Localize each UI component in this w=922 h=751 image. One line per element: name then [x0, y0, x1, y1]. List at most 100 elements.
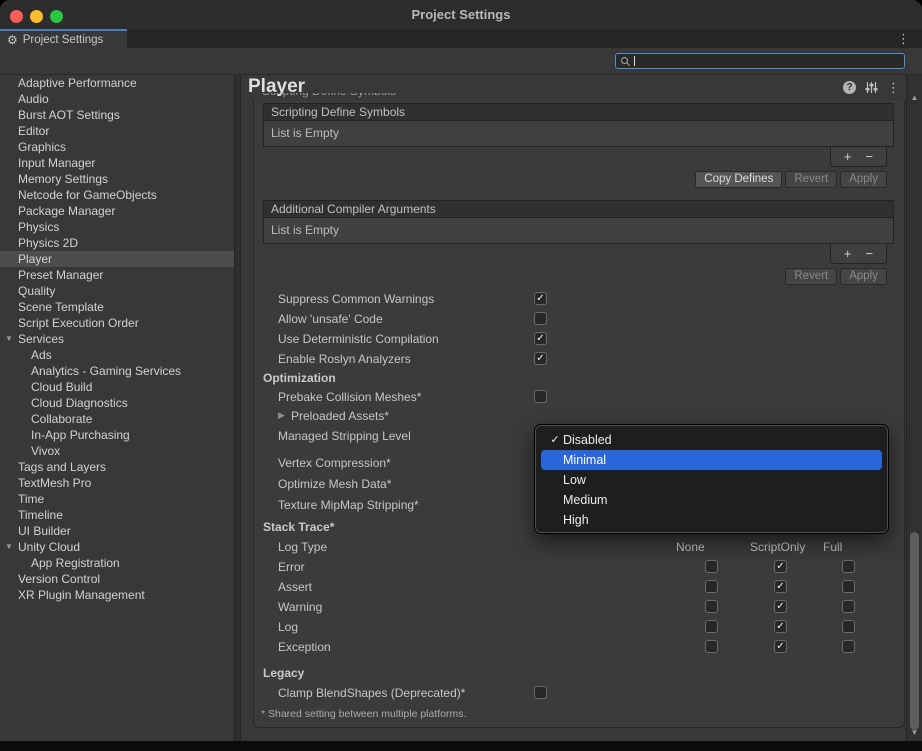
sidebar-item-physics[interactable]: Physics	[0, 219, 234, 235]
menu-item-high[interactable]: High	[536, 510, 887, 530]
sidebar-item-tags-and-layers[interactable]: Tags and Layers	[0, 459, 234, 475]
search-icon	[620, 56, 631, 67]
sidebar-item-services[interactable]: ▼Services	[0, 331, 234, 347]
sidebar-item-editor[interactable]: Editor	[0, 123, 234, 139]
sidebar-item-app-registration[interactable]: App Registration	[0, 555, 234, 571]
tab-strip: ⚙ Project Settings ⋮	[0, 29, 922, 48]
sidebar-item-ui-builder[interactable]: UI Builder	[0, 523, 234, 539]
allow-unsafe-code-checkbox[interactable]	[534, 312, 547, 325]
collapse-triangle-icon[interactable]: ▼	[5, 539, 13, 555]
clipped-scrolled-row: Scripting Define Symbols	[262, 93, 482, 99]
copy-defines-button[interactable]: Copy Defines	[695, 171, 782, 188]
tab-menu-kebab-icon[interactable]: ⋮	[897, 31, 910, 47]
toolbar	[0, 48, 922, 75]
scroll-down-arrow-icon[interactable]: ▼	[907, 728, 922, 737]
prebake-collision-meshes-checkbox[interactable]	[534, 390, 547, 403]
sidebar-item-preset-manager[interactable]: Preset Manager	[0, 267, 234, 283]
sidebar-item-quality[interactable]: Quality	[0, 283, 234, 299]
vertical-scrollbar[interactable]: ▲ ▼	[906, 75, 922, 741]
revert-arguments-button[interactable]: Revert	[785, 268, 837, 285]
sidebar-item-version-control[interactable]: Version Control	[0, 571, 234, 587]
log-none-checkbox[interactable]	[705, 620, 718, 633]
sidebar-item-textmesh-pro[interactable]: TextMesh Pro	[0, 475, 234, 491]
log-scriptonly-checkbox[interactable]: ✓	[774, 620, 787, 633]
sidebar-item-cloud-diagnostics[interactable]: Cloud Diagnostics	[0, 395, 234, 411]
sidebar-splitter[interactable]	[234, 75, 241, 741]
error-none-checkbox[interactable]	[705, 560, 718, 573]
tab-project-settings[interactable]: ⚙ Project Settings	[0, 29, 127, 48]
sidebar-item-analytics-gaming-services[interactable]: Analytics - Gaming Services	[0, 363, 234, 379]
exception-none-checkbox[interactable]	[705, 640, 718, 653]
remove-item-button[interactable]: −	[866, 150, 874, 163]
sidebar-item-vivox[interactable]: Vivox	[0, 443, 234, 459]
assert-scriptonly-checkbox[interactable]: ✓	[774, 580, 787, 593]
use-deterministic-compilation-checkbox[interactable]: ✓	[534, 332, 547, 345]
sidebar-item-package-manager[interactable]: Package Manager	[0, 203, 234, 219]
sidebar-item-in-app-purchasing[interactable]: In-App Purchasing	[0, 427, 234, 443]
sidebar-item-player[interactable]: Player	[0, 251, 234, 267]
exception-full-checkbox[interactable]	[842, 640, 855, 653]
sidebar-item-cloud-build[interactable]: Cloud Build	[0, 379, 234, 395]
log-row-label: Log	[278, 620, 298, 634]
error-scriptonly-checkbox[interactable]: ✓	[774, 560, 787, 573]
help-icon[interactable]: ?	[843, 81, 856, 94]
compiler-arguments-header: Additional Compiler Arguments	[263, 200, 894, 218]
menu-item-disabled[interactable]: ✓ Disabled	[536, 430, 887, 450]
panel-menu-kebab-icon[interactable]: ⋮	[887, 81, 900, 94]
sidebar-item-ads[interactable]: Ads	[0, 347, 234, 363]
sidebar-item-time[interactable]: Time	[0, 491, 234, 507]
sidebar-item-collaborate[interactable]: Collaborate	[0, 411, 234, 427]
menu-item-low[interactable]: Low	[536, 470, 887, 490]
warning-scriptonly-checkbox[interactable]: ✓	[774, 600, 787, 613]
remove-item-button[interactable]: −	[866, 247, 874, 260]
apply-defines-button[interactable]: Apply	[840, 171, 887, 188]
log-full-checkbox[interactable]	[842, 620, 855, 633]
gear-icon: ⚙	[7, 34, 18, 46]
assert-none-checkbox[interactable]	[705, 580, 718, 593]
exception-scriptonly-checkbox[interactable]: ✓	[774, 640, 787, 653]
revert-defines-button[interactable]: Revert	[785, 171, 837, 188]
suppress-common-warnings-checkbox[interactable]: ✓	[534, 292, 547, 305]
sidebar-item-burst-aot-settings[interactable]: Burst AOT Settings	[0, 107, 234, 123]
search-input[interactable]	[615, 53, 905, 69]
add-item-button[interactable]: +	[844, 247, 852, 260]
column-header-none: None	[676, 540, 705, 554]
foldout-triangle-icon[interactable]: ▶	[278, 410, 285, 421]
preloaded-assets-label: Preloaded Assets*	[291, 409, 389, 423]
sidebar-item-xr-plugin-management[interactable]: XR Plugin Management	[0, 587, 234, 603]
enable-roslyn-analyzers-checkbox[interactable]: ✓	[534, 352, 547, 365]
sidebar-item-script-execution-order[interactable]: Script Execution Order	[0, 315, 234, 331]
managed-stripping-level-label: Managed Stripping Level	[278, 429, 411, 443]
presets-sliders-icon[interactable]	[865, 81, 878, 94]
sidebar-item-netcode-for-gameobjects[interactable]: Netcode for GameObjects	[0, 187, 234, 203]
menu-item-minimal[interactable]: Minimal	[541, 450, 882, 470]
titlebar: Project Settings	[0, 0, 922, 29]
scroll-up-arrow-icon[interactable]: ▲	[907, 93, 922, 102]
sidebar-item-physics-2d[interactable]: Physics 2D	[0, 235, 234, 251]
sidebar-item-scene-template[interactable]: Scene Template	[0, 299, 234, 315]
sidebar-item-unity-cloud[interactable]: ▼Unity Cloud	[0, 539, 234, 555]
player-settings-content: Scripting Define Symbols List is Empty +…	[253, 100, 905, 728]
error-full-checkbox[interactable]	[842, 560, 855, 573]
sidebar-item-audio[interactable]: Audio	[0, 91, 234, 107]
window-bottom-edge	[0, 741, 922, 751]
sidebar-item-memory-settings[interactable]: Memory Settings	[0, 171, 234, 187]
clamp-blendshapes-checkbox[interactable]	[534, 686, 547, 699]
menu-item-medium[interactable]: Medium	[536, 490, 887, 510]
sidebar-item-timeline[interactable]: Timeline	[0, 507, 234, 523]
sidebar-item-adaptive-performance[interactable]: Adaptive Performance	[0, 75, 234, 91]
apply-arguments-button[interactable]: Apply	[840, 268, 887, 285]
settings-category-list: Adaptive Performance Audio Burst AOT Set…	[0, 75, 234, 741]
warning-none-checkbox[interactable]	[705, 600, 718, 613]
prebake-collision-meshes-label: Prebake Collision Meshes*	[278, 390, 421, 404]
assert-full-checkbox[interactable]	[842, 580, 855, 593]
collapse-triangle-icon[interactable]: ▼	[5, 331, 13, 347]
optimization-section-header: Optimization	[263, 371, 336, 385]
warning-row-label: Warning	[278, 600, 322, 614]
scrollbar-thumb[interactable]	[910, 532, 919, 730]
add-item-button[interactable]: +	[844, 150, 852, 163]
assert-row-label: Assert	[278, 580, 312, 594]
warning-full-checkbox[interactable]	[842, 600, 855, 613]
sidebar-item-input-manager[interactable]: Input Manager	[0, 155, 234, 171]
sidebar-item-graphics[interactable]: Graphics	[0, 139, 234, 155]
